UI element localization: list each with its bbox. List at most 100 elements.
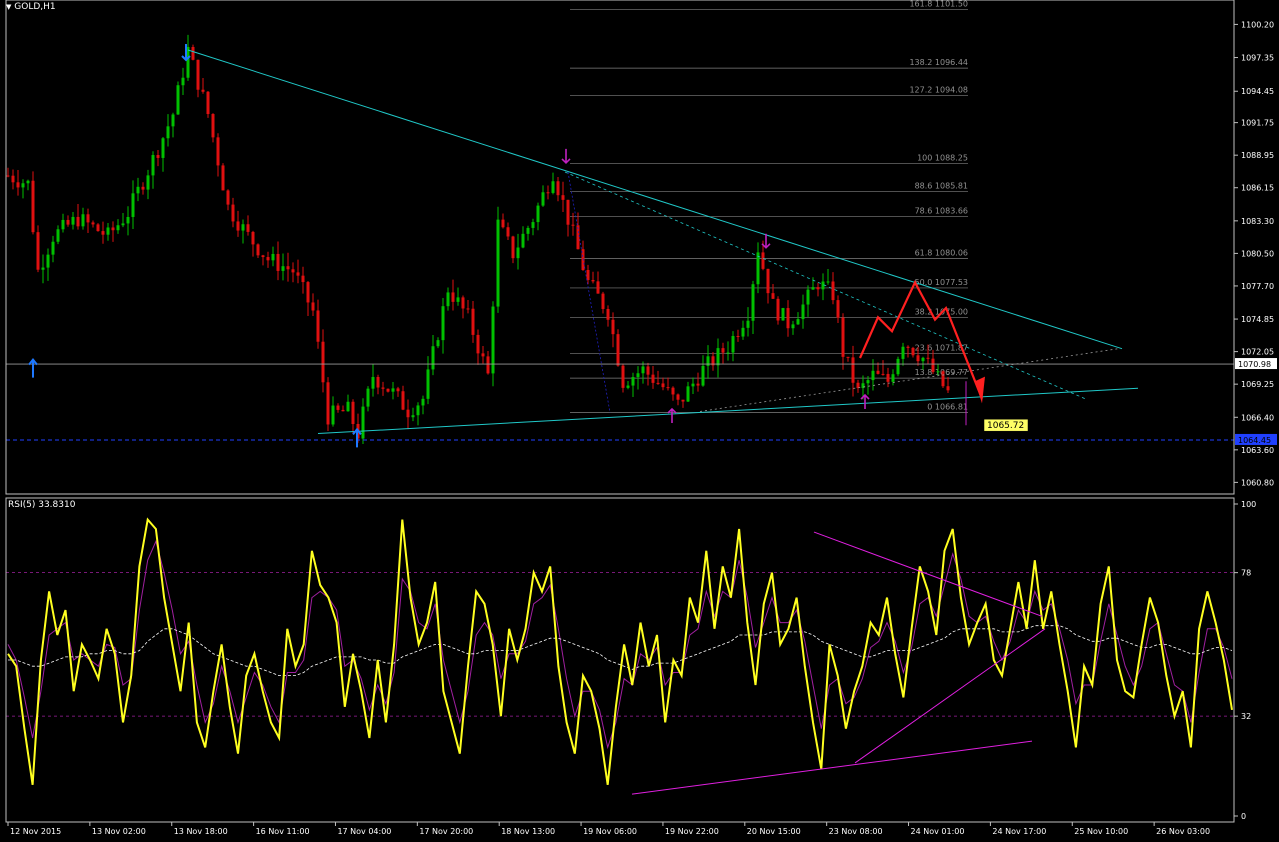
candle-body [531, 222, 535, 228]
candle-body [551, 181, 555, 193]
candle-body [866, 380, 870, 384]
dropdown-triangle-icon[interactable]: ▼ [6, 3, 11, 11]
candle-body [281, 266, 285, 271]
candle-body [61, 219, 65, 230]
candle-body [146, 175, 150, 190]
candle-body [946, 386, 950, 391]
candle-body [876, 370, 880, 374]
candle-body [751, 284, 755, 321]
candle-body [256, 244, 260, 256]
candle-body [871, 370, 875, 381]
candle-body [596, 281, 600, 294]
candle-body [566, 199, 570, 225]
fibo-level-label: 88.6 1085.81 [915, 182, 968, 191]
candle-body [426, 369, 430, 399]
price-tick-label: 1066.40 [1241, 413, 1274, 422]
price-tick-label: 1063.60 [1241, 446, 1274, 455]
fibo-level-label: 100 1088.25 [917, 153, 968, 162]
candle-body [611, 319, 615, 335]
candle-body [911, 347, 915, 356]
candle-body [511, 236, 515, 259]
candle-body [906, 346, 910, 348]
price-tick-label: 1080.50 [1241, 249, 1274, 258]
rsi-header: RSI(5) 33.8310 [8, 500, 75, 510]
candle-body [86, 214, 90, 223]
candle-body [826, 281, 830, 283]
time-tick-label: 19 Nov 06:00 [583, 827, 637, 836]
candle-body [666, 387, 670, 389]
price-tick-label: 1060.80 [1241, 478, 1274, 487]
candle-body [571, 224, 575, 226]
price-tick-label: 1077.70 [1241, 282, 1274, 291]
candle-body [631, 377, 635, 386]
candle-body [781, 308, 785, 321]
time-tick-label: 24 Nov 17:00 [992, 827, 1046, 836]
candle-body [736, 335, 740, 337]
candle-body [766, 268, 770, 294]
candle-body [646, 366, 650, 375]
dashed-level-label: 1064.45 [1238, 436, 1271, 445]
candle-body [831, 281, 835, 301]
candle-body [931, 358, 935, 372]
candle-body [96, 224, 100, 232]
candle-body [136, 186, 140, 194]
candle-body [496, 219, 500, 307]
price-tick-label: 1074.85 [1241, 315, 1274, 324]
candle-body [486, 356, 490, 374]
fibo-level-label: 161.8 1101.50 [909, 0, 968, 8]
time-tick-label: 13 Nov 02:00 [92, 827, 146, 836]
candle-body [221, 165, 225, 191]
candle-body [431, 346, 435, 370]
rsi-tick-label: 100 [1241, 500, 1256, 509]
candle-body [756, 252, 760, 285]
candle-body [246, 224, 250, 232]
candle-body [656, 382, 660, 384]
candle-body [391, 388, 395, 392]
candle-body [366, 388, 370, 407]
price-tick-label: 1091.75 [1241, 119, 1274, 128]
candle-body [351, 401, 355, 424]
candle-body [456, 297, 460, 302]
time-tick-label: 12 Nov 2015 [10, 827, 61, 836]
candle-body [191, 46, 195, 60]
fibo-level-label: 0 1066.81 [927, 403, 968, 412]
symbol-header[interactable]: ▼ GOLD,H1 [6, 2, 56, 12]
candle-body [11, 175, 15, 183]
price-tick-label: 1086.15 [1241, 184, 1274, 193]
candle-body [521, 233, 525, 248]
symbol-label: GOLD,H1 [14, 2, 56, 12]
candle-body [36, 232, 40, 270]
candle-body [591, 280, 595, 282]
candle-body [106, 227, 110, 235]
chart-canvas[interactable]: 161.8 1101.50 138.2 1096.44 127.2 1094.08 1… [0, 0, 1279, 838]
candle-body [921, 357, 925, 362]
candle-body [796, 319, 800, 325]
candle-body [446, 292, 450, 307]
price-tick-label: 1069.25 [1241, 380, 1274, 389]
candle-body [776, 298, 780, 321]
candle-body [286, 266, 290, 270]
time-tick-label: 19 Nov 22:00 [665, 827, 719, 836]
candle-body [926, 357, 930, 359]
candle-body [66, 219, 70, 225]
candle-body [46, 254, 50, 268]
candle-body [306, 282, 310, 303]
candle-body [686, 386, 690, 402]
candle-body [291, 269, 295, 273]
candle-body [936, 371, 940, 373]
rsi-label: RSI(5) 33.8310 [8, 500, 76, 510]
candle-body [806, 289, 810, 305]
candle-body [81, 214, 85, 227]
time-tick-label: 17 Nov 04:00 [337, 827, 391, 836]
candle-body [471, 308, 475, 335]
candle-body [556, 181, 560, 196]
candle-body [731, 335, 735, 353]
price-tick-label: 1097.35 [1241, 54, 1274, 63]
candle-body [26, 180, 30, 184]
candle-body [476, 334, 480, 354]
candle-body [696, 383, 700, 386]
candle-body [676, 394, 680, 400]
candle-body [261, 255, 265, 258]
candle-body [141, 186, 145, 190]
price-tick-label: 1083.30 [1241, 217, 1274, 226]
